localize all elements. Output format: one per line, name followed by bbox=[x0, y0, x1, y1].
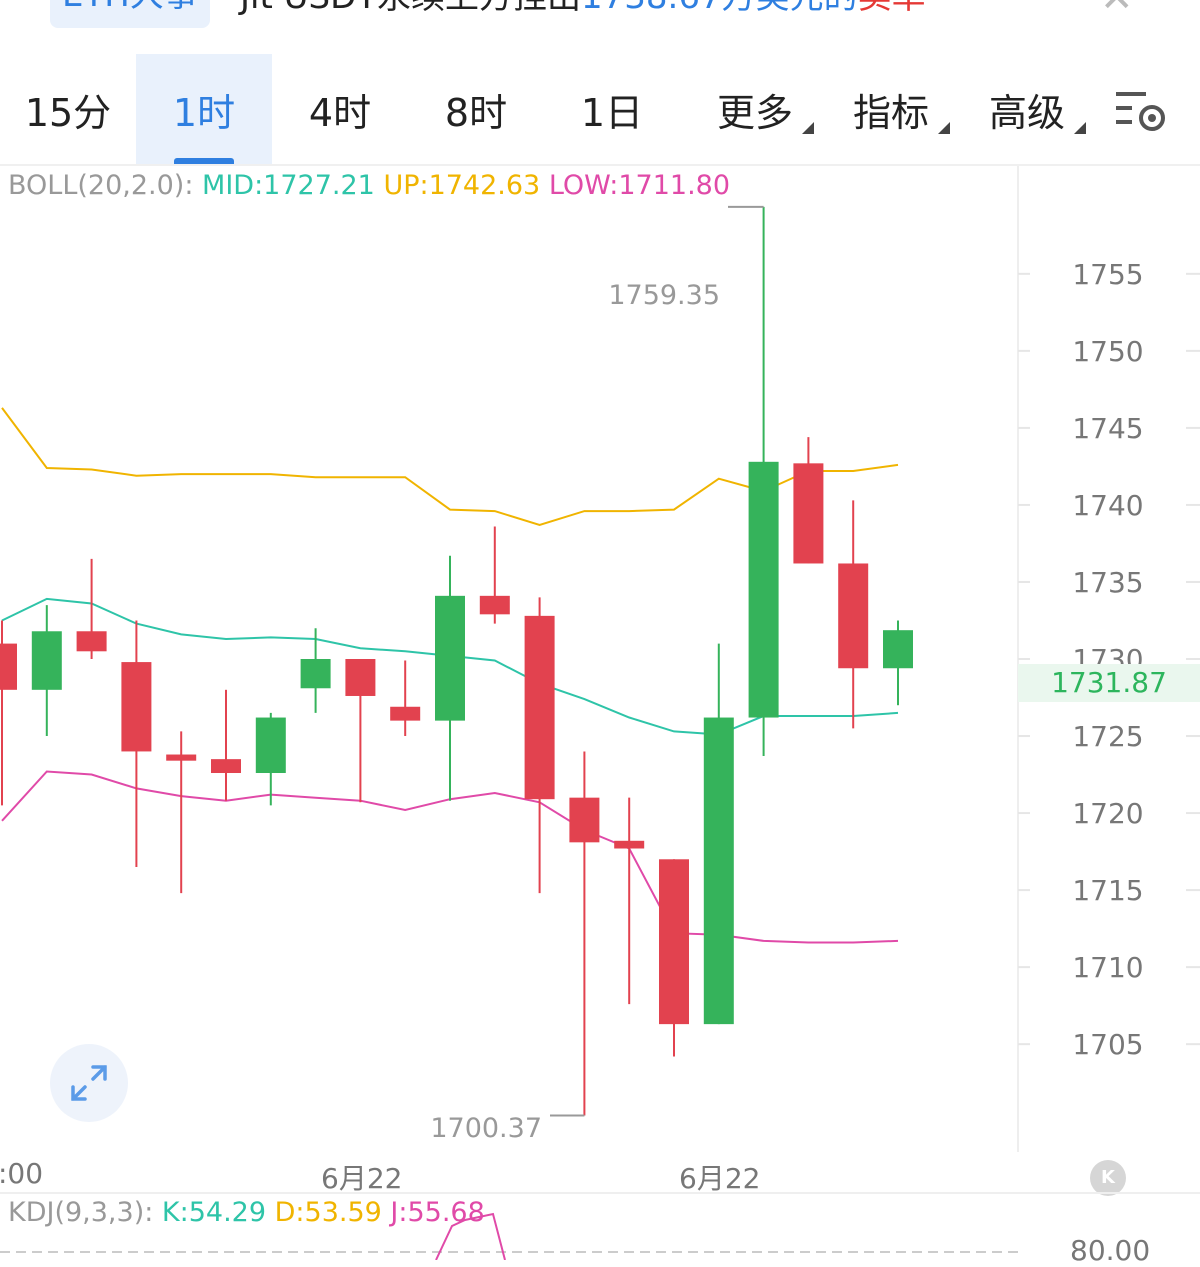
tab-15min[interactable]: 15分 bbox=[0, 54, 136, 164]
time-label: 6月22 bbox=[321, 1162, 403, 1195]
candle[interactable] bbox=[255, 712, 286, 806]
tab-more[interactable]: 更多 bbox=[700, 54, 814, 164]
candle[interactable] bbox=[390, 660, 421, 737]
candle[interactable] bbox=[121, 620, 152, 867]
price-tick-label: 1750 bbox=[1072, 335, 1143, 368]
candle-body bbox=[838, 563, 869, 669]
candle[interactable] bbox=[883, 620, 913, 706]
headline-suffix: 卖单 bbox=[858, 0, 926, 17]
price-tick-label: 1755 bbox=[1072, 258, 1143, 291]
candle-body bbox=[300, 659, 331, 689]
candle[interactable] bbox=[31, 605, 62, 737]
tab-4h[interactable]: 4时 bbox=[272, 54, 408, 164]
headline-amount: 1738.67万美元的 bbox=[581, 0, 858, 17]
price-tick-label: 1740 bbox=[1072, 489, 1143, 522]
candle-body bbox=[703, 717, 734, 1025]
high-price-label: 1759.35 bbox=[608, 280, 720, 311]
candle[interactable] bbox=[614, 797, 645, 1005]
dropdown-triangle-icon bbox=[938, 122, 950, 134]
candles-layer bbox=[0, 206, 913, 1116]
candle-body bbox=[569, 797, 600, 843]
candle[interactable] bbox=[211, 689, 241, 801]
tab-label: 指标 bbox=[852, 90, 929, 135]
tab-indicators[interactable]: 指标 bbox=[836, 54, 950, 164]
candle[interactable] bbox=[345, 659, 376, 803]
candle[interactable] bbox=[838, 500, 869, 729]
candle-body bbox=[435, 595, 465, 721]
time-label: 6月22 bbox=[679, 1162, 761, 1195]
candle[interactable] bbox=[435, 555, 465, 801]
news-headline: Jit USDT永续上方挂出1738.67万美元的卖单 bbox=[240, 0, 926, 14]
panel-divider bbox=[0, 1192, 1200, 1194]
current-price-badge: 1731.87 bbox=[1018, 664, 1200, 702]
candle[interactable] bbox=[793, 437, 824, 564]
candle-body bbox=[166, 754, 197, 761]
candle-body bbox=[479, 595, 510, 615]
price-tick-label: 1705 bbox=[1072, 1028, 1143, 1061]
candle-body bbox=[614, 840, 645, 849]
candle-body bbox=[748, 461, 779, 718]
price-tick-label: 1710 bbox=[1072, 951, 1143, 984]
time-label: :00 bbox=[0, 1157, 44, 1190]
candle-body bbox=[0, 643, 17, 690]
tab-label: 高级 bbox=[988, 90, 1065, 135]
candle-body bbox=[390, 706, 421, 721]
news-tag: ETH大事 bbox=[50, 0, 210, 28]
kdj-j-line bbox=[435, 1212, 506, 1260]
price-axis: 1705171017151720172517301735174017451750… bbox=[1018, 258, 1200, 1061]
headline-prefix: Jit USDT永续上方挂出 bbox=[240, 0, 581, 17]
kdj-panel bbox=[0, 1212, 1018, 1260]
candle-body bbox=[883, 630, 913, 669]
price-tick-label: 1715 bbox=[1072, 874, 1143, 907]
tab-label: 1时 bbox=[172, 90, 236, 135]
candle-body bbox=[255, 717, 286, 774]
candle-body bbox=[211, 759, 241, 774]
candle[interactable] bbox=[524, 597, 555, 894]
tab-1h[interactable]: 1时 bbox=[136, 54, 272, 164]
tab-label: 4时 bbox=[308, 90, 372, 135]
candle-body bbox=[524, 615, 555, 800]
candle[interactable] bbox=[166, 731, 197, 894]
candle-body bbox=[121, 662, 152, 752]
tab-advanced[interactable]: 高级 bbox=[972, 54, 1086, 164]
tab-label: 15分 bbox=[24, 90, 112, 135]
expand-icon[interactable] bbox=[50, 1044, 128, 1122]
price-tick-label: 1745 bbox=[1072, 412, 1143, 445]
price-tick-label: 1735 bbox=[1072, 566, 1143, 599]
tab-label: 8时 bbox=[444, 90, 508, 135]
timeframe-tabs: 15分 1时 4时 8时 1日 更多 指标 高级 bbox=[0, 54, 1200, 164]
candlestick-chart[interactable]: 1705171017151720172517301735174017451750… bbox=[0, 166, 1200, 1152]
dropdown-triangle-icon bbox=[802, 122, 814, 134]
expand-arrows-icon bbox=[71, 1065, 107, 1101]
candle[interactable] bbox=[569, 751, 600, 1116]
candle[interactable] bbox=[0, 620, 17, 806]
candle[interactable] bbox=[659, 859, 689, 1057]
news-banner[interactable]: ETH大事 Jit USDT永续上方挂出1738.67万美元的卖单 ✕ bbox=[0, 0, 1200, 40]
dropdown-triangle-icon bbox=[1074, 122, 1086, 134]
low-price-label: 1700.37 bbox=[430, 1113, 542, 1144]
candle[interactable] bbox=[479, 526, 510, 624]
scroll-to-latest-icon[interactable]: K bbox=[1090, 1160, 1126, 1196]
tab-label: 1日 bbox=[580, 90, 644, 135]
candle-body bbox=[76, 631, 107, 652]
tab-1d[interactable]: 1日 bbox=[544, 54, 680, 164]
candle[interactable] bbox=[748, 206, 779, 757]
tab-label: 更多 bbox=[716, 90, 793, 135]
price-tick-label: 1720 bbox=[1072, 797, 1143, 830]
candle-body bbox=[659, 859, 689, 1025]
close-icon[interactable]: ✕ bbox=[1100, 0, 1134, 18]
candle-body bbox=[793, 463, 824, 564]
candle[interactable] bbox=[703, 643, 734, 1025]
tab-8h[interactable]: 8时 bbox=[408, 54, 544, 164]
candle-body bbox=[345, 659, 376, 696]
kdj-level-label: 80.00 bbox=[1070, 1234, 1151, 1267]
chart-settings-icon[interactable] bbox=[1112, 86, 1172, 136]
candle-body bbox=[31, 631, 62, 690]
price-tick-label: 1725 bbox=[1072, 720, 1143, 753]
